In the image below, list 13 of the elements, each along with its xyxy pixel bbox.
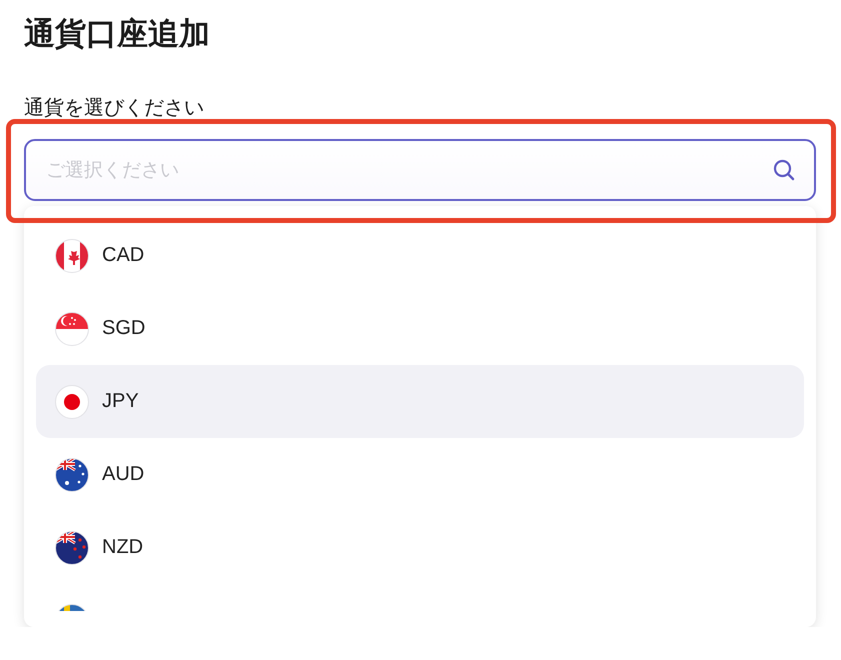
flag-icon: [55, 238, 89, 272]
flag-icon: [55, 458, 89, 492]
currency-option[interactable]: JPY: [36, 365, 804, 438]
field-label: 通貨を選びください: [24, 96, 204, 118]
search-icon: [772, 158, 796, 182]
page-title: 通貨口座追加: [24, 15, 211, 54]
currency-option[interactable]: AUD: [36, 438, 804, 511]
currency-option[interactable]: NZD: [36, 511, 804, 584]
flag-icon: [55, 312, 89, 346]
currency-option[interactable]: CAD: [36, 219, 804, 292]
flag-icon: [55, 384, 89, 418]
currency-option[interactable]: SGD: [36, 292, 804, 365]
flag-icon: [55, 530, 89, 564]
